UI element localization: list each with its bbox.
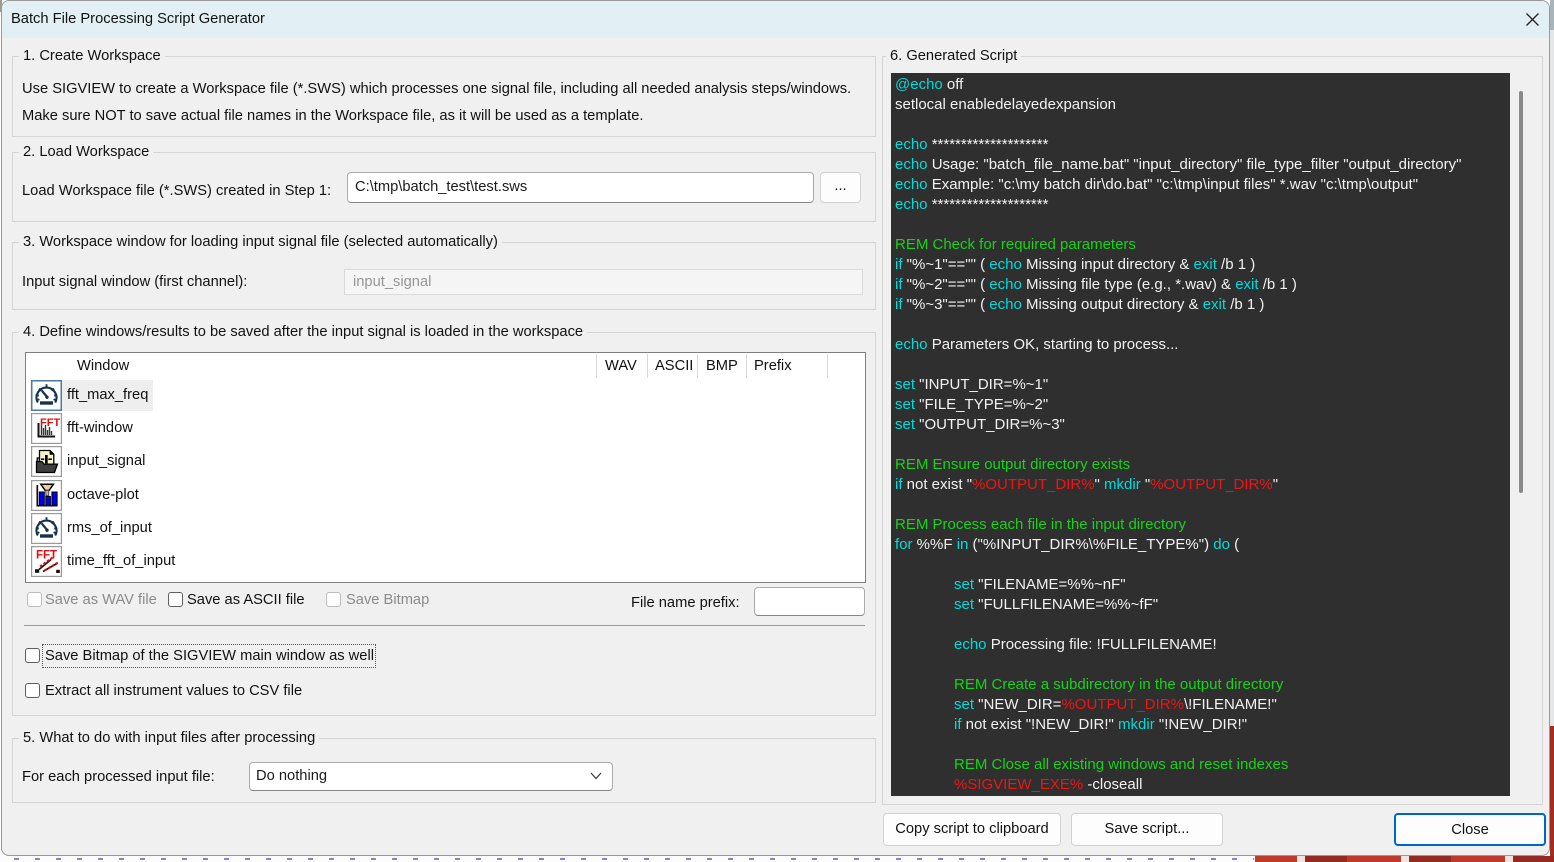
- svg-text:FFT: FFT: [40, 417, 60, 429]
- svg-text:FFT: FFT: [36, 550, 57, 562]
